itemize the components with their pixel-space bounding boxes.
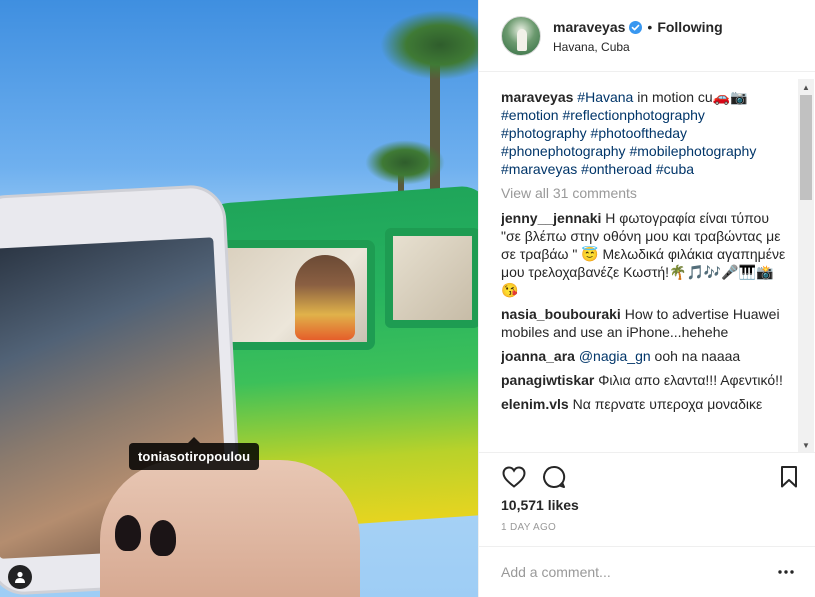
person-icon: [15, 571, 25, 583]
comment-item: joanna_ara @nagia_gn ooh na naaaa: [501, 347, 791, 365]
fingernail: [150, 520, 176, 556]
actions-area: 10,571 likes 1 DAY AGO: [479, 452, 815, 546]
comments-scrollbar[interactable]: ▲ ▼: [798, 79, 814, 453]
hashtag-link[interactable]: #photography: [501, 125, 587, 141]
scroll-down-arrow-icon[interactable]: ▼: [798, 437, 814, 453]
header-username[interactable]: maraveyas: [553, 19, 625, 35]
car-driver: [295, 255, 355, 340]
post-container: toniasotiropoulou maraveyas • Following …: [0, 0, 815, 597]
likes-count[interactable]: 10,571 likes: [501, 497, 794, 513]
hashtag-link[interactable]: #Havana: [577, 89, 633, 105]
verified-badge-icon: [629, 20, 643, 34]
comment-items: jenny__jennaki Η φωτογραφία είναι τύπου …: [501, 209, 791, 413]
header-text: maraveyas • Following Havana, Cuba: [553, 19, 723, 54]
comment-text: Φιλια απο ελαντα!!! Αφεντικό!!: [598, 372, 783, 388]
comment-username[interactable]: maraveyas: [501, 89, 573, 105]
comment-text: Να περνατε υπεροχα μοναδικε: [572, 396, 763, 412]
scroll-up-arrow-icon[interactable]: ▲: [798, 79, 814, 95]
heart-icon: [502, 465, 526, 488]
hashtag-link[interactable]: #maraveyas: [501, 161, 577, 177]
hashtag-link[interactable]: #photooftheday: [591, 125, 688, 141]
post-header: maraveyas • Following Havana, Cuba: [479, 0, 815, 72]
hashtag-link[interactable]: #emotion: [501, 107, 559, 123]
palm-tree-leaves-small: [365, 140, 445, 185]
action-row: [501, 453, 797, 498]
scroll-thumb[interactable]: [800, 95, 812, 200]
caption: maraveyas #Havana in motion cu🚗📷 #emotio…: [501, 88, 791, 178]
user-tag-icon[interactable]: [8, 565, 32, 589]
header-top-row: maraveyas • Following: [553, 19, 723, 35]
comment-username[interactable]: joanna_ara: [501, 348, 575, 364]
post-side-panel: maraveyas • Following Havana, Cuba marav…: [478, 0, 815, 597]
comment-item: panagiwtiskar Φιλια απο ελαντα!!! Αφεντι…: [501, 371, 791, 389]
user-tag-label[interactable]: toniasotiropoulou: [129, 437, 260, 470]
avatar-figure: [517, 29, 527, 51]
comment-item: nasia_boubouraki How to advertise Huawei…: [501, 305, 791, 341]
more-options-icon: [778, 570, 794, 574]
comment-item: elenim.vls Να περνατε υπεροχα μοναδικε: [501, 395, 791, 413]
hashtag-link[interactable]: #cuba: [656, 161, 694, 177]
hashtag-link[interactable]: #mobilephotography: [629, 143, 756, 159]
post-photo[interactable]: toniasotiropoulou: [0, 0, 478, 597]
hashtag-link[interactable]: #ontheroad: [581, 161, 652, 177]
mention-link[interactable]: @nagia_gn: [579, 348, 651, 364]
comment-text: in motion cu🚗📷: [633, 89, 748, 105]
comment-button[interactable]: [541, 464, 567, 490]
palm-tree-leaves: [380, 10, 478, 80]
comment-username[interactable]: jenny__jennaki: [501, 210, 601, 226]
save-button[interactable]: [776, 464, 802, 490]
header-separator: •: [647, 19, 653, 35]
hashtag-link[interactable]: #reflectionphotography: [562, 107, 704, 123]
view-all-comments-link[interactable]: View all 31 comments: [501, 184, 791, 202]
like-button[interactable]: [501, 464, 527, 490]
avatar[interactable]: [501, 16, 541, 56]
comments-list: maraveyas #Havana in motion cu🚗📷 #emotio…: [501, 88, 791, 451]
car-window-rear: [385, 228, 478, 328]
comment-username[interactable]: panagiwtiskar: [501, 372, 594, 388]
fingernail: [115, 515, 141, 551]
add-comment-section: [479, 546, 815, 597]
comment-bubble-icon: [543, 465, 566, 488]
post-timestamp[interactable]: 1 DAY AGO: [501, 522, 794, 533]
location-link[interactable]: Havana, Cuba: [553, 40, 723, 54]
comment-item: jenny__jennaki Η φωτογραφία είναι τύπου …: [501, 209, 791, 299]
comment-username[interactable]: elenim.vls: [501, 396, 569, 412]
comment-text: ooh na naaaa: [650, 348, 741, 364]
bookmark-icon: [781, 465, 797, 487]
following-button[interactable]: Following: [657, 19, 722, 35]
more-options-button[interactable]: [774, 562, 798, 582]
hashtag-link[interactable]: #phonephotography: [501, 143, 626, 159]
comment-username[interactable]: nasia_boubouraki: [501, 306, 621, 322]
comment-input[interactable]: [501, 564, 774, 580]
